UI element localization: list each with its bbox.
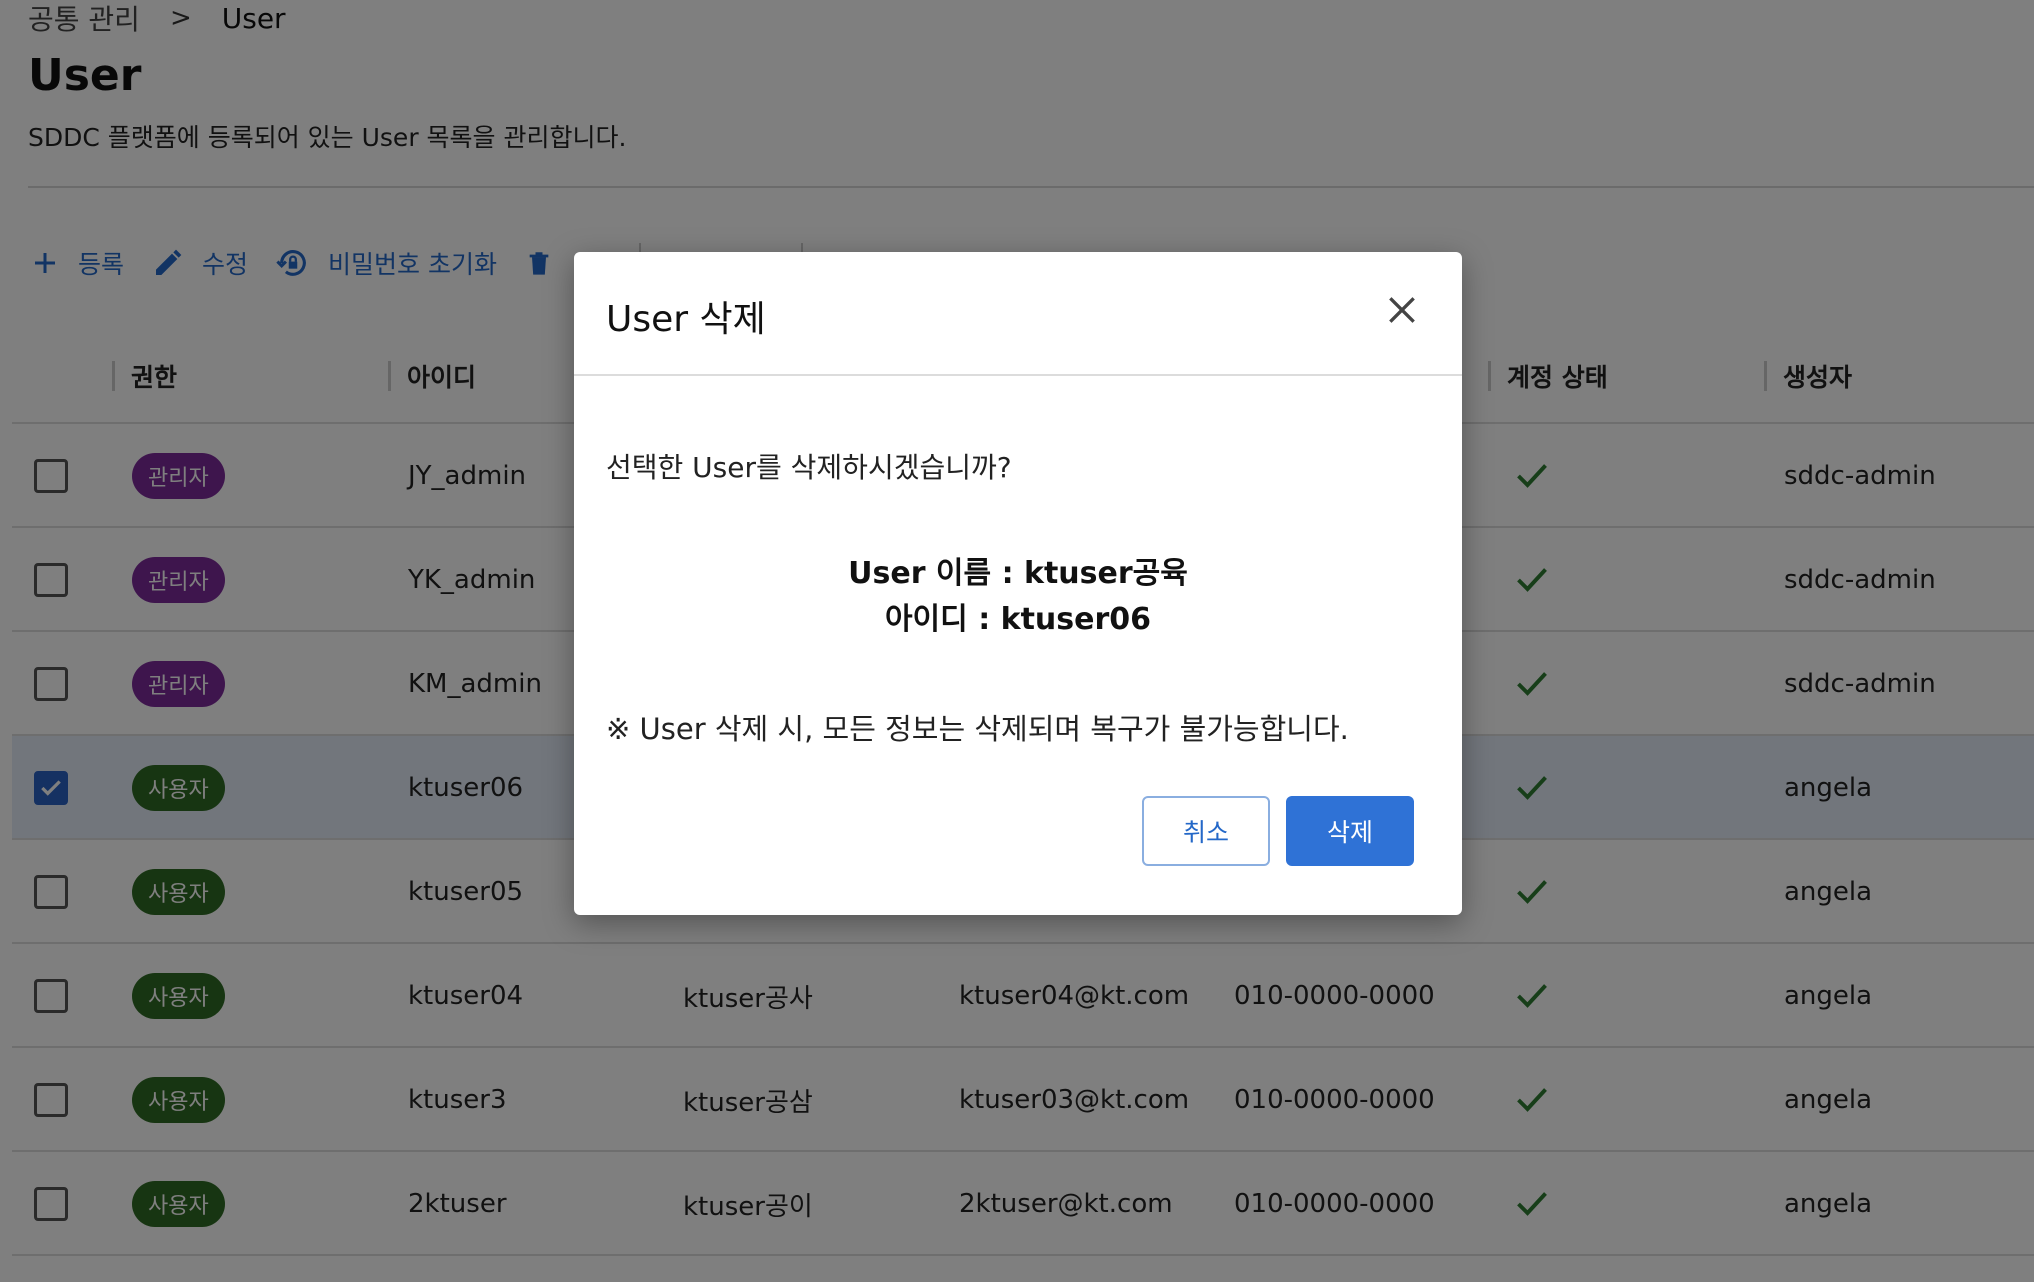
user-management-page: 공통 관리 > User User SDDC 플랫폼에 등록되어 있는 User… [0,0,2034,1282]
dialog-title: User 삭제 [606,299,766,340]
dialog-header: User 삭제 [574,252,1462,376]
user-info: User 이름 : ktuser공육 아이디 : ktuser06 [574,551,1462,643]
close-icon [1389,297,1415,323]
delete-user-dialog: User 삭제 선택한 User를 삭제하시겠습니까? User 이름 : kt… [574,252,1462,915]
cancel-button[interactable]: 취소 [1142,796,1270,866]
user-id-line: 아이디 : ktuser06 [884,602,1152,637]
confirm-message: 선택한 User를 삭제하시겠습니까? [606,451,1012,484]
close-button[interactable] [1382,290,1422,330]
user-name-line: User 이름 : ktuser공육 [848,556,1188,591]
confirm-delete-button[interactable]: 삭제 [1286,796,1414,866]
warning-message: ※ User 삭제 시, 모든 정보는 삭제되며 복구가 불가능합니다. [606,712,1349,746]
